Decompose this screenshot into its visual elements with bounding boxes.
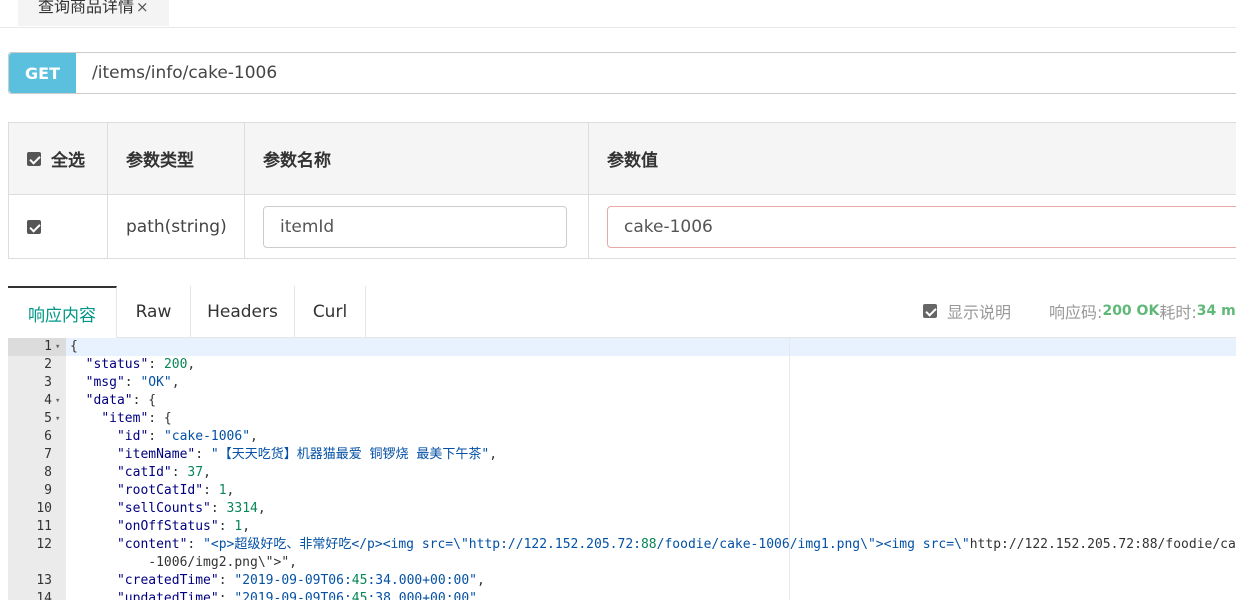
tab-response-content[interactable]: 响应内容: [8, 286, 117, 339]
tab-item-detail[interactable]: 查询商品详情 ×: [18, 0, 169, 26]
line-number: 3: [44, 375, 52, 390]
row-checkbox[interactable]: [27, 219, 41, 234]
param-name-cell: itemId: [244, 194, 589, 259]
show-desc-checkbox[interactable]: [923, 304, 938, 318]
line-number: 1: [44, 339, 52, 354]
line-number: 4: [44, 393, 52, 408]
line-number: 7: [44, 447, 52, 462]
tab-headers[interactable]: Headers: [191, 286, 295, 338]
code-line: "id": "cake-1006",: [116, 429, 258, 444]
request-url-bar: GET /items/info/cake-1006: [8, 52, 1236, 94]
code-line: "onOffStatus": 1,: [116, 519, 251, 534]
params-table: 全选 参数类型 参数名称 参数值 path(string) itemId cak…: [8, 122, 1236, 259]
show-desc-label: 显示说明: [947, 303, 1012, 322]
line-number: 8: [44, 465, 52, 480]
method-badge[interactable]: GET: [9, 53, 76, 93]
line-number: 14: [36, 591, 52, 600]
status-code-label: 响应码:: [1049, 303, 1103, 322]
code-line: "content": "<p>超级好吃、非常好吃</p><img src=\"h…: [116, 537, 1236, 552]
elapsed-label: 耗时:: [1159, 303, 1197, 322]
param-type-header: 参数类型: [107, 122, 245, 195]
select-all-label: 全选: [51, 151, 85, 171]
code-line: "status": 200,: [85, 357, 196, 372]
code-line: "sellCounts": 3314,: [116, 501, 266, 516]
line-number: 5: [44, 411, 52, 426]
tab-curl[interactable]: Curl: [295, 286, 366, 338]
status-code: 200 OK: [1102, 303, 1160, 319]
code-line: "item": {: [101, 411, 172, 426]
select-all-header[interactable]: 全选: [8, 122, 108, 195]
row-check-cell: [8, 194, 108, 259]
code-line: "createdTime": "2019-09-09T06:45:34.000+…: [116, 573, 485, 588]
line-number: 10: [36, 501, 52, 516]
line-number: 13: [36, 573, 52, 588]
code-area[interactable]: { "status": 200, "msg": "OK", "data": { …: [66, 338, 1236, 600]
code-line: -1006/img2.png\">",: [70, 555, 297, 570]
fold-toggle-icon[interactable]: ▾: [55, 338, 63, 356]
code-line: "data": {: [85, 393, 157, 408]
response-json-editor[interactable]: { "status": 200, "msg": "OK", "data": { …: [8, 338, 1236, 600]
top-tab-bar: 查询商品详情 ×: [0, 0, 1236, 28]
elapsed-time: 34 ms: [1196, 303, 1236, 319]
code-line: "catId": 37,: [116, 465, 211, 480]
request-url[interactable]: /items/info/cake-1006: [76, 53, 277, 93]
code-line: {: [70, 339, 78, 354]
param-name-header: 参数名称: [244, 122, 589, 195]
response-meta: 显示说明 响应码:200 OK耗时:34 ms: [923, 286, 1236, 336]
line-number: 12: [36, 537, 52, 552]
params-header-row: 全选 参数类型 参数名称 参数值: [8, 122, 1236, 195]
fold-toggle-icon[interactable]: ▾: [55, 410, 63, 428]
line-number: 9: [44, 483, 52, 498]
close-icon[interactable]: ×: [136, 0, 149, 22]
response-tabs: 响应内容 Raw Headers Curl 显示说明 响应码: 200 OK 耗时:…: [8, 286, 1236, 339]
line-number: 11: [36, 519, 52, 534]
param-value-input[interactable]: cake-1006: [607, 205, 1236, 248]
param-name-input[interactable]: itemId: [263, 205, 567, 248]
code-line: "itemName": "【天天吃货】机器猫最爱 铜锣烧 最美下午茶",: [116, 447, 498, 462]
param-value-cell: cake-1006: [588, 194, 1236, 259]
line-number: 6: [44, 429, 52, 444]
code-line: "msg": "OK",: [85, 375, 180, 390]
fold-toggle-icon[interactable]: ▾: [55, 392, 63, 410]
tab-raw[interactable]: Raw: [117, 286, 191, 338]
code-line: "rootCatId": 1,: [116, 483, 235, 498]
param-type-cell: path(string): [107, 194, 245, 259]
line-number: 2: [44, 357, 52, 372]
table-row: path(string) itemId cake-1006: [8, 194, 1236, 259]
tab-label: 查询商品详情: [38, 0, 135, 16]
line-number: [8, 554, 52, 572]
select-all-checkbox[interactable]: [27, 151, 41, 166]
param-value-header: 参数值: [588, 122, 1236, 195]
code-line: "updatedTime": "2019-09-09T06:45:38.000+…: [116, 591, 485, 600]
